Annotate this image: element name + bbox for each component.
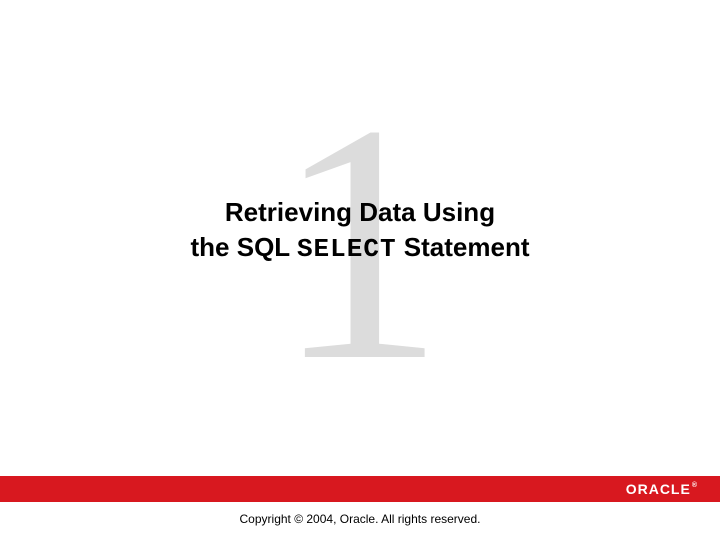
footer-bar: ORACLE® <box>0 476 720 502</box>
title-line-2-mono: SELECT <box>297 234 397 264</box>
copyright-text: Copyright © 2004, Oracle. All rights res… <box>0 512 720 526</box>
title-line-1: Retrieving Data Using <box>0 195 720 230</box>
oracle-logo: ORACLE® <box>626 481 698 497</box>
title-line-2-suffix: Statement <box>397 232 530 262</box>
logo-text: ORACLE <box>626 481 691 497</box>
logo-registered-icon: ® <box>692 482 698 489</box>
title-line-2: the SQL SELECT Statement <box>0 230 720 267</box>
title-line-2-prefix: the SQL <box>191 232 297 262</box>
slide-title: Retrieving Data Using the SQL SELECT Sta… <box>0 195 720 267</box>
